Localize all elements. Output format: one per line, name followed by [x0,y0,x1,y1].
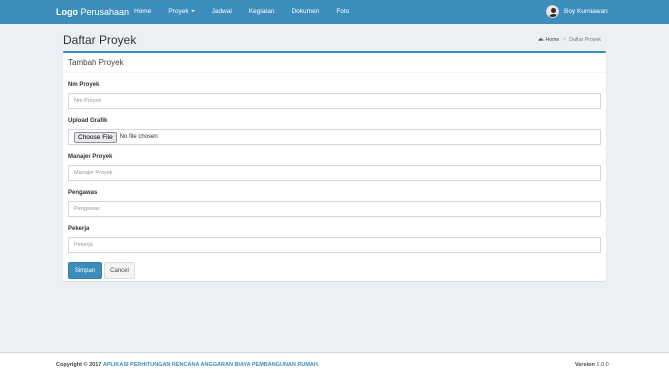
add-project-box: Tambah Proyek Nm Proyek Upload Grafik Ch… [63,51,606,281]
app-name-link[interactable]: APLIKASI PERHITUNGAN RENCANA ANGGARAN BI… [103,362,320,368]
pengawas-label: Pengawas [68,190,98,196]
upload-grafik-field: Choose File No file chosen [68,129,601,145]
breadcrumb-home[interactable]: Home [545,37,559,43]
nav-item-dokumen[interactable]: Dokumen [291,0,319,24]
box-header: Tambah Proyek [63,53,606,73]
footer: Copyright © 2017 APLIKASI PERHITUNGAN RE… [0,352,669,377]
file-status: No file chosen [119,134,158,140]
caret-down-icon [190,10,195,13]
nav-item-kegiatan[interactable]: Kegiatan [249,0,275,24]
avatar [546,5,559,18]
choose-file-button[interactable]: Choose File [74,131,117,143]
box-title: Tambah Proyek [68,58,124,67]
nav-item-home[interactable]: Home [134,0,151,24]
user-name: Boy Kurniawan [564,8,608,15]
manajer-proyek-input[interactable] [68,165,601,181]
save-button[interactable]: Simpan [68,262,102,279]
upload-grafik-label: Upload Grafik [68,118,108,124]
user-menu[interactable]: Boy Kurniawan [546,5,608,18]
nav-item-jadwal[interactable]: Jadwal [212,0,232,24]
nav-item-foto[interactable]: Foto [336,0,349,24]
brand-logo-bold: Logo [56,7,78,17]
nav-item-proyek-label: Proyek [168,8,189,15]
nav-menu: Home Proyek Jadwal Kegiatan Dokumen Foto [134,0,366,24]
pekerja-input[interactable] [68,237,601,253]
manajer-proyek-label: Manajer Proyek [68,154,113,160]
version-value: 1.0.0 [596,362,609,368]
version-label: Version [575,362,595,368]
breadcrumb-separator: > [562,37,566,43]
brand-logo[interactable]: Logo Perusahaan [56,7,129,17]
pengawas-input[interactable] [68,201,601,217]
cancel-button[interactable]: Cancel [104,262,135,279]
nm-proyek-input[interactable] [68,93,601,109]
nm-proyek-label: Nm Proyek [68,82,100,88]
pekerja-label: Pekerja [68,226,90,232]
breadcrumb-current: Daftar Proyek [569,37,601,43]
brand-logo-text: Perusahaan [78,7,130,17]
breadcrumb: Home > Daftar Proyek [538,36,601,43]
dashboard-icon [538,38,544,41]
footer-version: Version 1.0.0 [575,362,609,368]
footer-copyright: Copyright © 2017 APLIKASI PERHITUNGAN RE… [56,362,319,368]
top-navbar: Logo Perusahaan Home Proyek Jadwal Kegia… [0,0,669,24]
copyright-text: Copyright © 2017 [56,362,102,368]
page-title: Daftar Proyek [63,33,137,47]
nav-item-proyek[interactable]: Proyek [168,0,195,24]
